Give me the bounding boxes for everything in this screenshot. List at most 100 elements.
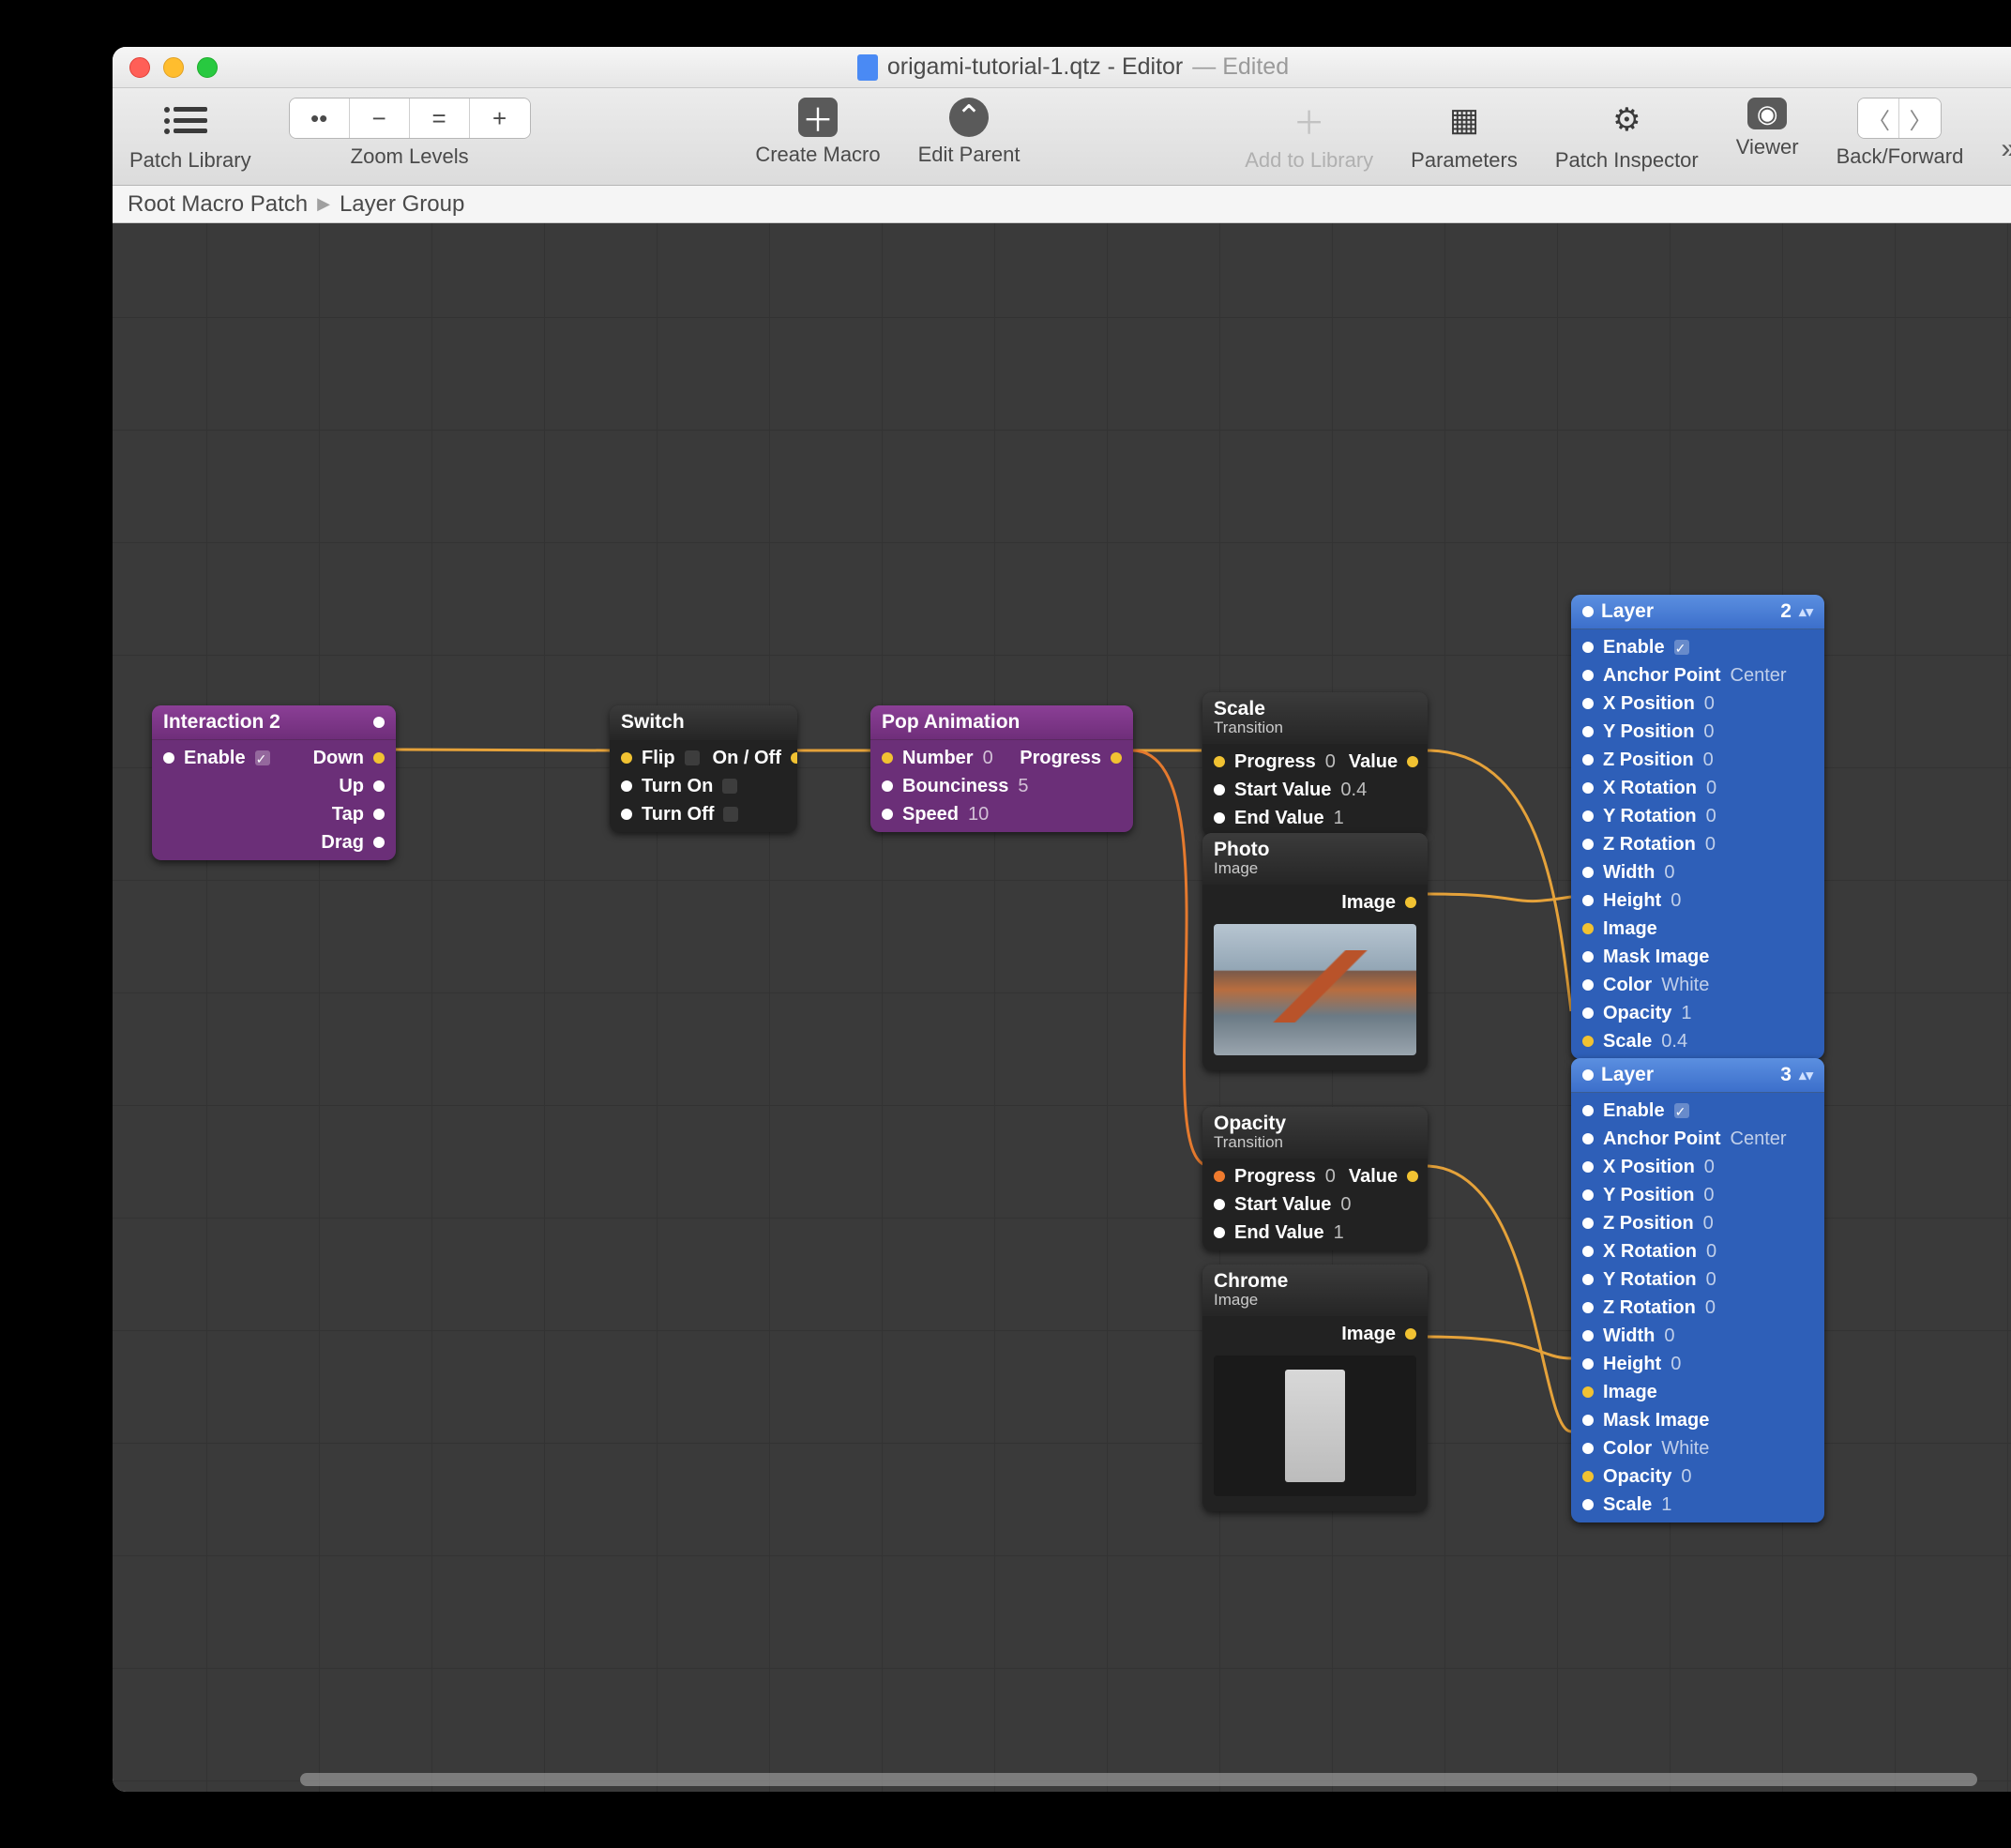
- stepper-icon[interactable]: ▴▾: [1799, 1067, 1813, 1083]
- output-port[interactable]: [1111, 752, 1122, 764]
- input-port[interactable]: [882, 809, 893, 820]
- input-port[interactable]: [1582, 1358, 1594, 1370]
- node-chrome[interactable]: ChromeImage Image: [1202, 1265, 1428, 1511]
- input-port[interactable]: [1582, 782, 1594, 794]
- input-port[interactable]: [1582, 810, 1594, 822]
- input-port[interactable]: [1582, 1415, 1594, 1426]
- input-port[interactable]: [1582, 923, 1594, 934]
- input-port[interactable]: [1582, 1471, 1594, 1482]
- input-port[interactable]: [1582, 1189, 1594, 1201]
- input-port[interactable]: [1582, 1007, 1594, 1019]
- input-port[interactable]: [1214, 812, 1225, 824]
- horizontal-scrollbar[interactable]: [300, 1773, 1977, 1786]
- input-port[interactable]: [1582, 839, 1594, 850]
- input-port[interactable]: [1214, 1227, 1225, 1238]
- input-port[interactable]: [1582, 895, 1594, 906]
- output-port[interactable]: [1405, 1328, 1416, 1340]
- input-port[interactable]: [1582, 1330, 1594, 1341]
- output-port[interactable]: [1407, 756, 1418, 767]
- image-thumbnail: [1214, 1356, 1416, 1496]
- input-port[interactable]: [163, 752, 174, 764]
- input-port[interactable]: [621, 809, 632, 820]
- input-port[interactable]: [1582, 1133, 1594, 1144]
- checkbox-icon[interactable]: [723, 807, 738, 822]
- window-close-button[interactable]: [129, 57, 150, 78]
- output-port[interactable]: [373, 780, 385, 792]
- zoom-fit-button[interactable]: ••: [290, 98, 350, 138]
- input-port[interactable]: [621, 752, 632, 764]
- parameters-button[interactable]: ▦ Parameters: [1411, 98, 1518, 173]
- zoom-actual-button[interactable]: =: [410, 98, 470, 138]
- patch-library-button[interactable]: Patch Library: [129, 98, 251, 173]
- zoom-in-button[interactable]: +: [470, 98, 530, 138]
- node-layer-3[interactable]: Layer3▴▾ Enable Anchor PointCenter X Pos…: [1571, 1058, 1824, 1522]
- parameters-icon: ▦: [1442, 98, 1487, 143]
- input-port[interactable]: [621, 780, 632, 792]
- input-port[interactable]: [1214, 1199, 1225, 1210]
- window-zoom-button[interactable]: [197, 57, 218, 78]
- input-port[interactable]: [1582, 1069, 1594, 1081]
- plus-square-icon: ＋: [798, 98, 838, 137]
- create-macro-button[interactable]: ＋ Create Macro: [755, 98, 880, 167]
- input-port[interactable]: [1582, 1218, 1594, 1229]
- canvas-area[interactable]: Interaction 2 EnableDown Up Tap Drag Swi…: [113, 223, 2011, 1792]
- toolbar-overflow-button[interactable]: »: [2001, 118, 2011, 165]
- back-forward-group: 〈 〉 Back/Forward: [1837, 98, 1964, 169]
- list-icon: [168, 98, 213, 143]
- nav-back-button[interactable]: 〈: [1858, 98, 1899, 138]
- input-port[interactable]: [1582, 1443, 1594, 1454]
- input-port[interactable]: [1582, 642, 1594, 653]
- output-port[interactable]: [1405, 897, 1416, 908]
- node-layer-2[interactable]: Layer2▴▾ Enable Anchor PointCenter X Pos…: [1571, 595, 1824, 1059]
- input-port[interactable]: [1214, 784, 1225, 795]
- input-port[interactable]: [1582, 1499, 1594, 1510]
- input-port[interactable]: [1582, 1105, 1594, 1116]
- node-interaction[interactable]: Interaction 2 EnableDown Up Tap Drag: [152, 705, 396, 860]
- output-port[interactable]: [1407, 1171, 1418, 1182]
- node-scale[interactable]: ScaleTransition Progress0Value Start Val…: [1202, 692, 1428, 836]
- node-switch[interactable]: Switch FlipOn / Off Turn On Turn Off: [610, 705, 797, 832]
- input-port[interactable]: [1582, 1302, 1594, 1313]
- edit-parent-button[interactable]: ⌃ Edit Parent: [918, 98, 1021, 167]
- node-canvas[interactable]: Interaction 2 EnableDown Up Tap Drag Swi…: [113, 223, 2011, 1792]
- output-port[interactable]: [373, 837, 385, 848]
- input-port[interactable]: [1582, 1386, 1594, 1398]
- viewer-button[interactable]: ◉ Viewer: [1736, 98, 1799, 159]
- port-icon[interactable]: [373, 717, 385, 728]
- output-port[interactable]: [791, 752, 797, 764]
- input-port[interactable]: [1582, 698, 1594, 709]
- output-port[interactable]: [373, 809, 385, 820]
- breadcrumb-leaf[interactable]: Layer Group: [340, 191, 464, 218]
- input-port[interactable]: [1582, 1246, 1594, 1257]
- input-port[interactable]: [1582, 606, 1594, 617]
- checkbox-icon[interactable]: [255, 750, 270, 765]
- checkbox-icon[interactable]: [1674, 1103, 1689, 1118]
- input-port[interactable]: [1214, 1171, 1225, 1182]
- node-opacity[interactable]: OpacityTransition Progress0Value Start V…: [1202, 1107, 1428, 1250]
- input-port[interactable]: [1214, 756, 1225, 767]
- node-photo[interactable]: PhotoImage Image: [1202, 833, 1428, 1070]
- input-port[interactable]: [882, 780, 893, 792]
- zoom-out-button[interactable]: −: [350, 98, 410, 138]
- node-title: Photo: [1214, 839, 1269, 860]
- nav-forward-button[interactable]: 〉: [1899, 98, 1941, 138]
- input-port[interactable]: [1582, 979, 1594, 991]
- window-minimize-button[interactable]: [163, 57, 184, 78]
- node-pop-animation[interactable]: Pop Animation Number0Progress Bounciness…: [870, 705, 1133, 832]
- stepper-icon[interactable]: ▴▾: [1799, 603, 1813, 620]
- breadcrumb-root[interactable]: Root Macro Patch: [128, 191, 308, 218]
- input-port[interactable]: [1582, 1036, 1594, 1047]
- input-port[interactable]: [1582, 670, 1594, 681]
- input-port[interactable]: [1582, 951, 1594, 962]
- input-port[interactable]: [1582, 726, 1594, 737]
- input-port[interactable]: [1582, 1274, 1594, 1285]
- patch-inspector-button[interactable]: ⚙ Patch Inspector: [1555, 98, 1699, 173]
- input-port[interactable]: [882, 752, 893, 764]
- checkbox-icon[interactable]: [722, 779, 737, 794]
- checkbox-icon[interactable]: [685, 750, 700, 765]
- output-port[interactable]: [373, 752, 385, 764]
- checkbox-icon[interactable]: [1674, 640, 1689, 655]
- input-port[interactable]: [1582, 754, 1594, 765]
- input-port[interactable]: [1582, 1161, 1594, 1173]
- input-port[interactable]: [1582, 867, 1594, 878]
